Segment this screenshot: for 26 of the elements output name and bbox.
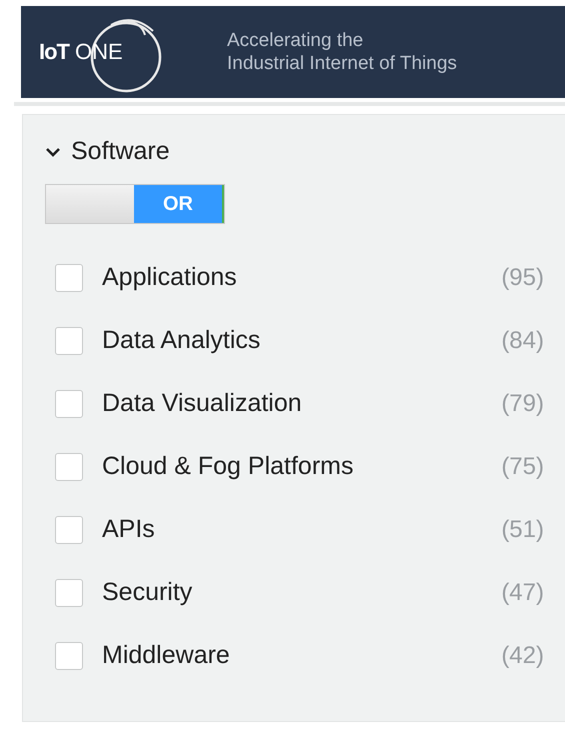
option-count: (95) (501, 264, 544, 292)
option-count: (79) (501, 390, 544, 418)
checkbox[interactable] (55, 390, 83, 418)
checkbox[interactable] (55, 642, 83, 670)
option-label: Cloud & Fog Platforms (102, 452, 354, 481)
option-label: APIs (102, 515, 156, 544)
section-header[interactable]: Software (45, 137, 170, 166)
option-label: Security (102, 578, 194, 607)
checkbox[interactable] (55, 264, 83, 292)
checkbox[interactable] (55, 452, 83, 480)
logo-text: IoT (39, 39, 69, 65)
chevron-icon (45, 146, 61, 158)
option-count: (84) (501, 326, 544, 354)
option-count: (47) (501, 578, 544, 606)
checkbox[interactable] (55, 578, 83, 606)
option-label: Data Analytics (102, 326, 262, 355)
checkbox[interactable] (55, 326, 83, 354)
option-count: (42) (501, 642, 544, 670)
option-label: Data Visualization (102, 389, 303, 418)
option-count: (51) (501, 516, 544, 544)
tagline-text: Industrial Internet of Things (227, 52, 457, 75)
checkbox[interactable] (55, 516, 83, 544)
option-label: Middleware (102, 641, 231, 670)
option-count: (75) (501, 452, 544, 480)
option-label: Applications (102, 263, 238, 292)
tagline-text: Accelerating the (227, 29, 364, 52)
